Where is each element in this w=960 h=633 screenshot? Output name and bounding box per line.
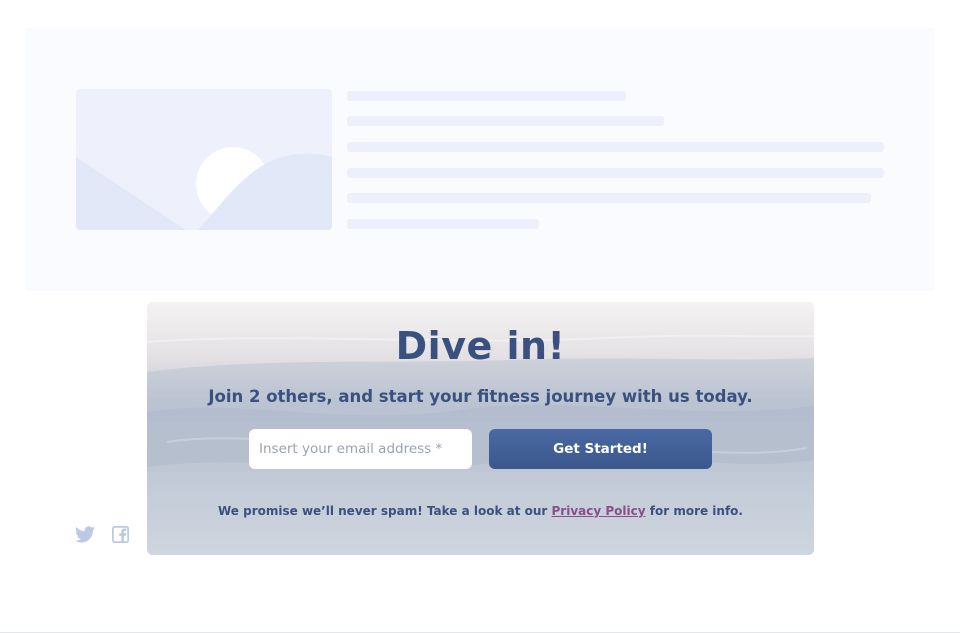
- signup-hero: Dive in! Join 2 others, and start your f…: [147, 302, 814, 555]
- skeleton-image-placeholder: [76, 89, 332, 230]
- privacy-note-prefix: We promise we’ll never spam! Take a look…: [218, 504, 548, 518]
- privacy-note: We promise we’ll never spam! Take a look…: [147, 504, 814, 518]
- skeleton-line: [347, 193, 871, 203]
- facebook-icon[interactable]: [110, 524, 130, 544]
- twitter-icon[interactable]: [75, 524, 95, 544]
- get-started-button[interactable]: Get Started!: [489, 429, 712, 469]
- privacy-note-suffix: for more info.: [649, 504, 743, 518]
- hero-subtitle: Join 2 others, and start your fitness jo…: [208, 387, 753, 406]
- privacy-policy-link[interactable]: Privacy Policy: [552, 504, 646, 518]
- skeleton-line: [347, 219, 539, 229]
- skeleton-card: [25, 28, 935, 291]
- skeleton-line: [347, 116, 664, 126]
- skeleton-line: [347, 168, 884, 178]
- hero-title: Dive in!: [395, 324, 566, 368]
- email-input[interactable]: [249, 429, 472, 469]
- skeleton-line: [347, 142, 884, 152]
- skeleton-line: [347, 91, 626, 101]
